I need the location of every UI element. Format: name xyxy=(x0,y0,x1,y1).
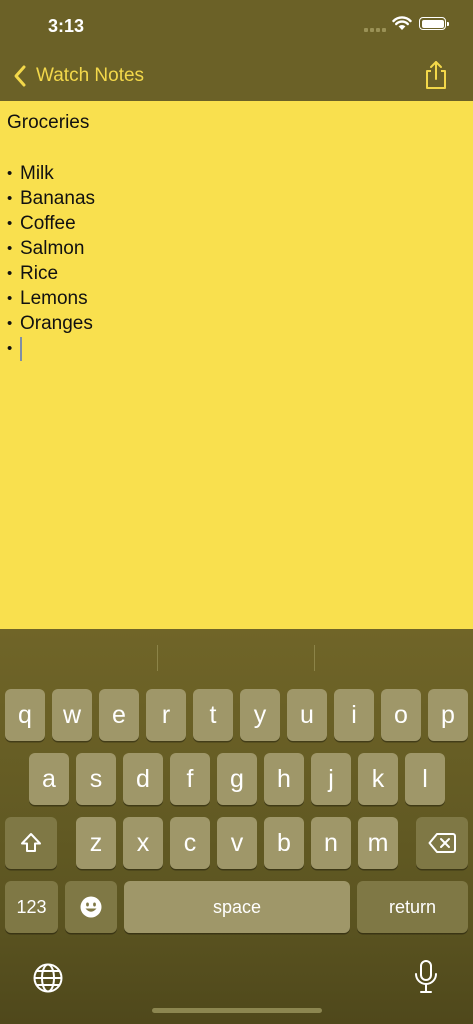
key-e[interactable]: e xyxy=(99,689,139,741)
key-s[interactable]: s xyxy=(76,753,116,805)
space-key[interactable]: space xyxy=(124,881,350,933)
key-t[interactable]: t xyxy=(193,689,233,741)
key-b[interactable]: b xyxy=(264,817,304,869)
note-blank-line xyxy=(7,136,466,161)
bullet: • xyxy=(7,315,13,332)
share-icon[interactable] xyxy=(420,59,452,91)
shift-icon xyxy=(21,833,41,852)
key-n[interactable]: n xyxy=(311,817,351,869)
key-p[interactable]: p xyxy=(428,689,468,741)
bullet: • xyxy=(7,265,13,282)
globe-icon[interactable] xyxy=(32,962,64,994)
bullet: • xyxy=(7,340,13,357)
list-item-text: Rice xyxy=(20,263,59,284)
list-item: • Oranges xyxy=(7,311,466,336)
list-item-text: Oranges xyxy=(20,313,93,334)
list-item: • Salmon xyxy=(7,236,466,261)
list-item-text: Milk xyxy=(20,163,54,184)
key-y[interactable]: y xyxy=(240,689,280,741)
list-item-text: Lemons xyxy=(20,288,88,309)
navigation-bar: Watch Notes xyxy=(0,50,473,101)
numbers-key[interactable]: 123 xyxy=(5,881,58,933)
wifi-icon xyxy=(392,16,412,30)
note-title: Groceries xyxy=(7,112,90,133)
key-h[interactable]: h xyxy=(264,753,304,805)
key-r[interactable]: r xyxy=(146,689,186,741)
key-l[interactable]: l xyxy=(405,753,445,805)
list-item: • Milk xyxy=(7,161,466,186)
back-button-label: Watch Notes xyxy=(36,65,145,86)
bullet: • xyxy=(7,190,13,207)
note-editor[interactable]: Groceries • Milk • Bananas • Coffee • Salmon… xyxy=(0,101,473,629)
emoji-key[interactable] xyxy=(65,881,117,933)
key-u[interactable]: u xyxy=(287,689,327,741)
key-q[interactable]: q xyxy=(5,689,45,741)
list-item: • Lemons xyxy=(7,286,466,311)
emoji-icon xyxy=(80,896,102,918)
key-v[interactable]: v xyxy=(217,817,257,869)
key-z[interactable]: z xyxy=(76,817,116,869)
bullet: • xyxy=(7,290,13,307)
bullet: • xyxy=(7,240,13,257)
key-j[interactable]: j xyxy=(311,753,351,805)
key-f[interactable]: f xyxy=(170,753,210,805)
delete-key[interactable] xyxy=(416,817,468,869)
bullet: • xyxy=(7,165,13,182)
microphone-icon[interactable] xyxy=(413,959,439,995)
key-g[interactable]: g xyxy=(217,753,257,805)
cellular-signal-icon xyxy=(364,28,386,32)
key-k[interactable]: k xyxy=(358,753,398,805)
list-item-text: Salmon xyxy=(20,238,85,259)
home-indicator xyxy=(152,1008,322,1013)
prediction-divider xyxy=(314,645,315,671)
list-item-text: Bananas xyxy=(20,188,96,209)
key-w[interactable]: w xyxy=(52,689,92,741)
list-item: • Rice xyxy=(7,261,466,286)
delete-backspace-icon xyxy=(428,833,456,853)
key-o[interactable]: o xyxy=(381,689,421,741)
key-a[interactable]: a xyxy=(29,753,69,805)
prediction-bar xyxy=(0,629,473,685)
back-button[interactable]: Watch Notes xyxy=(12,60,144,92)
status-bar: 3:13 xyxy=(0,0,473,50)
chevron-left-icon xyxy=(14,65,26,87)
list-item: • xyxy=(7,336,466,361)
prediction-divider xyxy=(157,645,158,671)
key-x[interactable]: x xyxy=(123,817,163,869)
bullet: • xyxy=(7,215,13,232)
list-item: • Coffee xyxy=(7,211,466,236)
battery-icon xyxy=(419,17,449,30)
keyboard: q w e r t y u i o p a s d f g h j k l z … xyxy=(0,629,473,1024)
key-c[interactable]: c xyxy=(170,817,210,869)
key-i[interactable]: i xyxy=(334,689,374,741)
status-time: 3:13 xyxy=(48,16,85,36)
shift-key[interactable] xyxy=(5,817,57,869)
list-item-text: Coffee xyxy=(20,213,76,234)
return-key[interactable]: return xyxy=(357,881,468,933)
key-d[interactable]: d xyxy=(123,753,163,805)
list-item: • Bananas xyxy=(7,186,466,211)
text-cursor xyxy=(20,336,22,361)
key-m[interactable]: m xyxy=(358,817,398,869)
